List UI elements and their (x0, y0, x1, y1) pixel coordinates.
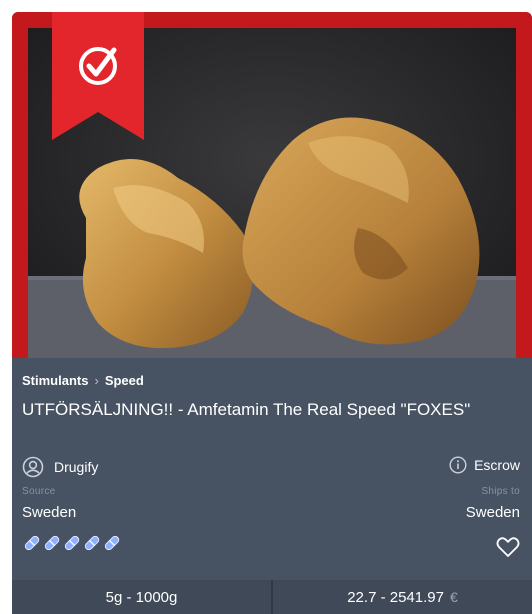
product-card[interactable]: Stimulants › Speed UTFÖRSÄLJNING!! - Amf… (12, 12, 532, 614)
currency-symbol: € (449, 589, 458, 605)
card-footer: 5g - 1000g 22.7 - 2541.97 € (12, 580, 532, 614)
breadcrumb-subcategory[interactable]: Speed (105, 373, 144, 388)
info-circle-icon (449, 456, 467, 474)
escrow-label: Escrow (474, 457, 520, 473)
breadcrumb: Stimulants › Speed (22, 373, 144, 388)
ships-to-value: Sweden (465, 504, 520, 521)
vendor-link[interactable]: Drugify (22, 456, 98, 478)
source-label: Source (22, 486, 56, 497)
product-title[interactable]: UTFÖRSÄLJNING!! - Amfetamin The Real Spe… (22, 398, 492, 422)
heart-icon[interactable] (496, 536, 520, 558)
pill-icon (24, 535, 40, 551)
verified-ribbon (52, 12, 144, 140)
pill-icon (84, 535, 100, 551)
price-range: 22.7 - 2541.97 € (271, 580, 532, 614)
escrow-badge[interactable]: Escrow (449, 456, 520, 474)
ships-to-label: Ships to (481, 486, 520, 497)
source-value: Sweden (22, 504, 77, 521)
product-image-frame[interactable] (12, 12, 532, 358)
vendor-rating (22, 533, 122, 553)
vendor-name: Drugify (54, 459, 99, 475)
quantity-range-text: 5g - 1000g (105, 588, 178, 606)
pill-icon (64, 535, 80, 551)
pill-icon (104, 535, 120, 551)
quantity-range: 5g - 1000g (12, 580, 271, 614)
price-range-text: 22.7 - 2541.97 (347, 588, 444, 606)
breadcrumb-category[interactable]: Stimulants (22, 373, 88, 388)
user-circle-icon (22, 456, 44, 478)
pill-icon (44, 535, 60, 551)
breadcrumb-separator: › (94, 373, 99, 388)
